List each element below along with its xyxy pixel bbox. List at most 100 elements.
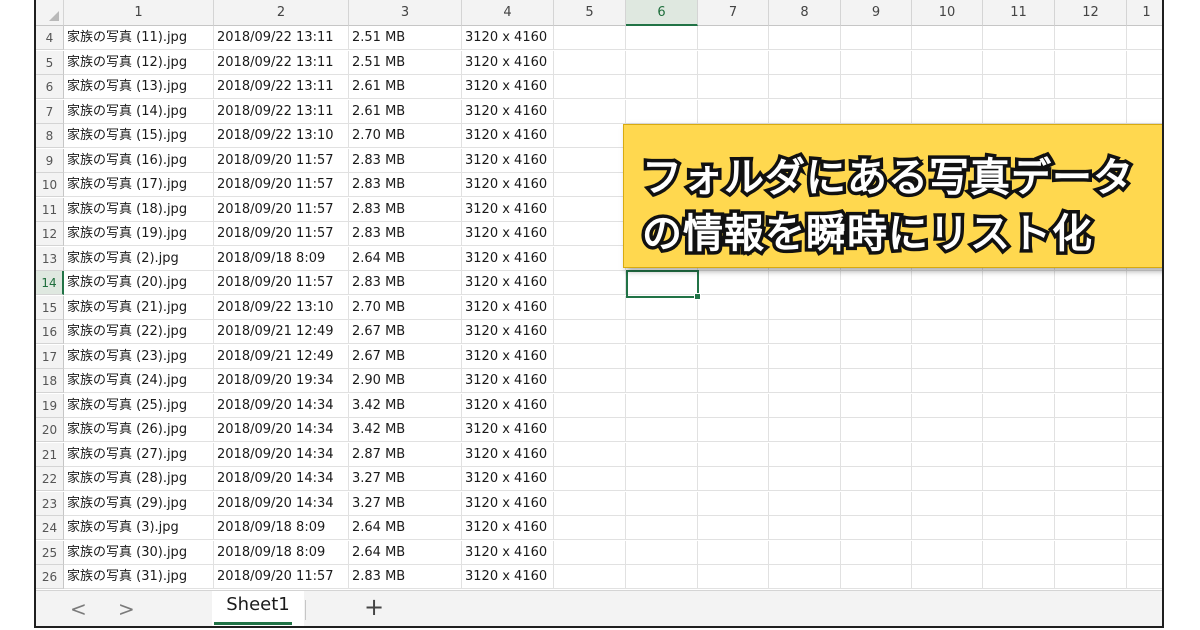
- cell-size[interactable]: 3.27 MB: [349, 467, 462, 491]
- empty-cell[interactable]: [698, 442, 769, 467]
- cell-size[interactable]: 2.83 MB: [349, 565, 462, 589]
- column-header-8[interactable]: 8: [769, 0, 841, 26]
- empty-cell[interactable]: [912, 540, 983, 565]
- cell-dims[interactable]: 3120 x 4160: [462, 173, 554, 197]
- prev-sheet-icon[interactable]: <: [70, 597, 87, 621]
- next-sheet-icon[interactable]: >: [118, 597, 135, 621]
- empty-cell[interactable]: [626, 344, 698, 369]
- row-header-21[interactable]: 21: [36, 442, 64, 467]
- empty-cell[interactable]: [626, 99, 698, 124]
- empty-cell[interactable]: [554, 148, 626, 173]
- empty-cell[interactable]: [1127, 418, 1162, 442]
- empty-cell[interactable]: [983, 491, 1055, 516]
- empty-cell[interactable]: [1055, 320, 1127, 344]
- cell-size[interactable]: 2.64 MB: [349, 246, 462, 271]
- active-cell-selection[interactable]: [626, 270, 701, 300]
- row-header-26[interactable]: 26: [36, 565, 64, 589]
- empty-cell[interactable]: [983, 516, 1055, 540]
- empty-cell[interactable]: [983, 99, 1055, 124]
- empty-cell[interactable]: [698, 50, 769, 75]
- empty-cell[interactable]: [554, 393, 626, 418]
- empty-cell[interactable]: [698, 393, 769, 418]
- cell-name[interactable]: 家族の写真 (2).jpg: [64, 246, 214, 271]
- empty-cell[interactable]: [1055, 418, 1127, 442]
- empty-cell[interactable]: [554, 173, 626, 197]
- column-header-10[interactable]: 10: [912, 0, 983, 26]
- empty-cell[interactable]: [769, 393, 841, 418]
- empty-cell[interactable]: [769, 271, 841, 295]
- empty-cell[interactable]: [698, 565, 769, 589]
- column-header-6[interactable]: 6: [626, 0, 698, 26]
- cell-dims[interactable]: 3120 x 4160: [462, 197, 554, 222]
- empty-cell[interactable]: [841, 26, 912, 50]
- cell-size[interactable]: 2.83 MB: [349, 197, 462, 222]
- cell-dims[interactable]: 3120 x 4160: [462, 75, 554, 99]
- cell-dims[interactable]: 3120 x 4160: [462, 99, 554, 124]
- cell-dims[interactable]: 3120 x 4160: [462, 320, 554, 344]
- cell-dims[interactable]: 3120 x 4160: [462, 124, 554, 148]
- cell-date[interactable]: 2018/09/20 14:34: [214, 442, 349, 467]
- empty-cell[interactable]: [769, 467, 841, 491]
- cell-size[interactable]: 2.67 MB: [349, 320, 462, 344]
- empty-cell[interactable]: [841, 393, 912, 418]
- column-header-4[interactable]: 4: [462, 0, 554, 26]
- empty-cell[interactable]: [841, 320, 912, 344]
- cell-date[interactable]: 2018/09/20 14:34: [214, 393, 349, 418]
- row-header-18[interactable]: 18: [36, 369, 64, 393]
- cell-date[interactable]: 2018/09/22 13:11: [214, 75, 349, 99]
- empty-cell[interactable]: [554, 320, 626, 344]
- empty-cell[interactable]: [1055, 295, 1127, 320]
- empty-cell[interactable]: [554, 99, 626, 124]
- empty-cell[interactable]: [698, 516, 769, 540]
- cell-dims[interactable]: 3120 x 4160: [462, 369, 554, 393]
- empty-cell[interactable]: [912, 320, 983, 344]
- cell-dims[interactable]: 3120 x 4160: [462, 491, 554, 516]
- empty-cell[interactable]: [769, 295, 841, 320]
- cell-date[interactable]: 2018/09/20 11:57: [214, 222, 349, 246]
- cell-dims[interactable]: 3120 x 4160: [462, 516, 554, 540]
- row-header-9[interactable]: 9: [36, 148, 64, 173]
- empty-cell[interactable]: [983, 565, 1055, 589]
- column-header-12[interactable]: 12: [1055, 0, 1127, 26]
- cell-size[interactable]: 3.27 MB: [349, 491, 462, 516]
- cell-name[interactable]: 家族の写真 (23).jpg: [64, 344, 214, 369]
- empty-cell[interactable]: [769, 99, 841, 124]
- empty-cell[interactable]: [698, 271, 769, 295]
- cell-dims[interactable]: 3120 x 4160: [462, 418, 554, 442]
- empty-cell[interactable]: [1127, 516, 1162, 540]
- empty-cell[interactable]: [626, 393, 698, 418]
- row-header-10[interactable]: 10: [36, 173, 64, 197]
- cell-dims[interactable]: 3120 x 4160: [462, 540, 554, 565]
- empty-cell[interactable]: [1055, 467, 1127, 491]
- empty-cell[interactable]: [554, 246, 626, 271]
- cell-size[interactable]: 2.83 MB: [349, 222, 462, 246]
- empty-cell[interactable]: [1127, 443, 1162, 467]
- cell-date[interactable]: 2018/09/18 8:09: [214, 516, 349, 540]
- cell-date[interactable]: 2018/09/20 11:57: [214, 565, 349, 589]
- empty-cell[interactable]: [554, 26, 626, 50]
- empty-cell[interactable]: [841, 442, 912, 467]
- cell-date[interactable]: 2018/09/21 12:49: [214, 344, 349, 369]
- empty-cell[interactable]: [698, 418, 769, 442]
- row-header-4[interactable]: 4: [36, 26, 64, 50]
- empty-cell[interactable]: [554, 222, 626, 246]
- empty-cell[interactable]: [769, 75, 841, 99]
- cell-date[interactable]: 2018/09/20 11:57: [214, 148, 349, 173]
- cell-date[interactable]: 2018/09/22 13:11: [214, 26, 349, 50]
- cell-size[interactable]: 2.83 MB: [349, 271, 462, 295]
- empty-cell[interactable]: [1127, 100, 1162, 124]
- empty-cell[interactable]: [1055, 516, 1127, 540]
- cell-name[interactable]: 家族の写真 (12).jpg: [64, 50, 214, 75]
- cell-date[interactable]: 2018/09/18 8:09: [214, 246, 349, 271]
- row-header-7[interactable]: 7: [36, 99, 64, 124]
- empty-cell[interactable]: [554, 197, 626, 222]
- empty-cell[interactable]: [912, 271, 983, 295]
- empty-cell[interactable]: [769, 565, 841, 589]
- cell-name[interactable]: 家族の写真 (11).jpg: [64, 26, 214, 50]
- empty-cell[interactable]: [912, 369, 983, 393]
- cell-date[interactable]: 2018/09/21 12:49: [214, 320, 349, 344]
- empty-cell[interactable]: [626, 491, 698, 516]
- empty-cell[interactable]: [698, 540, 769, 565]
- empty-cell[interactable]: [554, 491, 626, 516]
- empty-cell[interactable]: [769, 50, 841, 75]
